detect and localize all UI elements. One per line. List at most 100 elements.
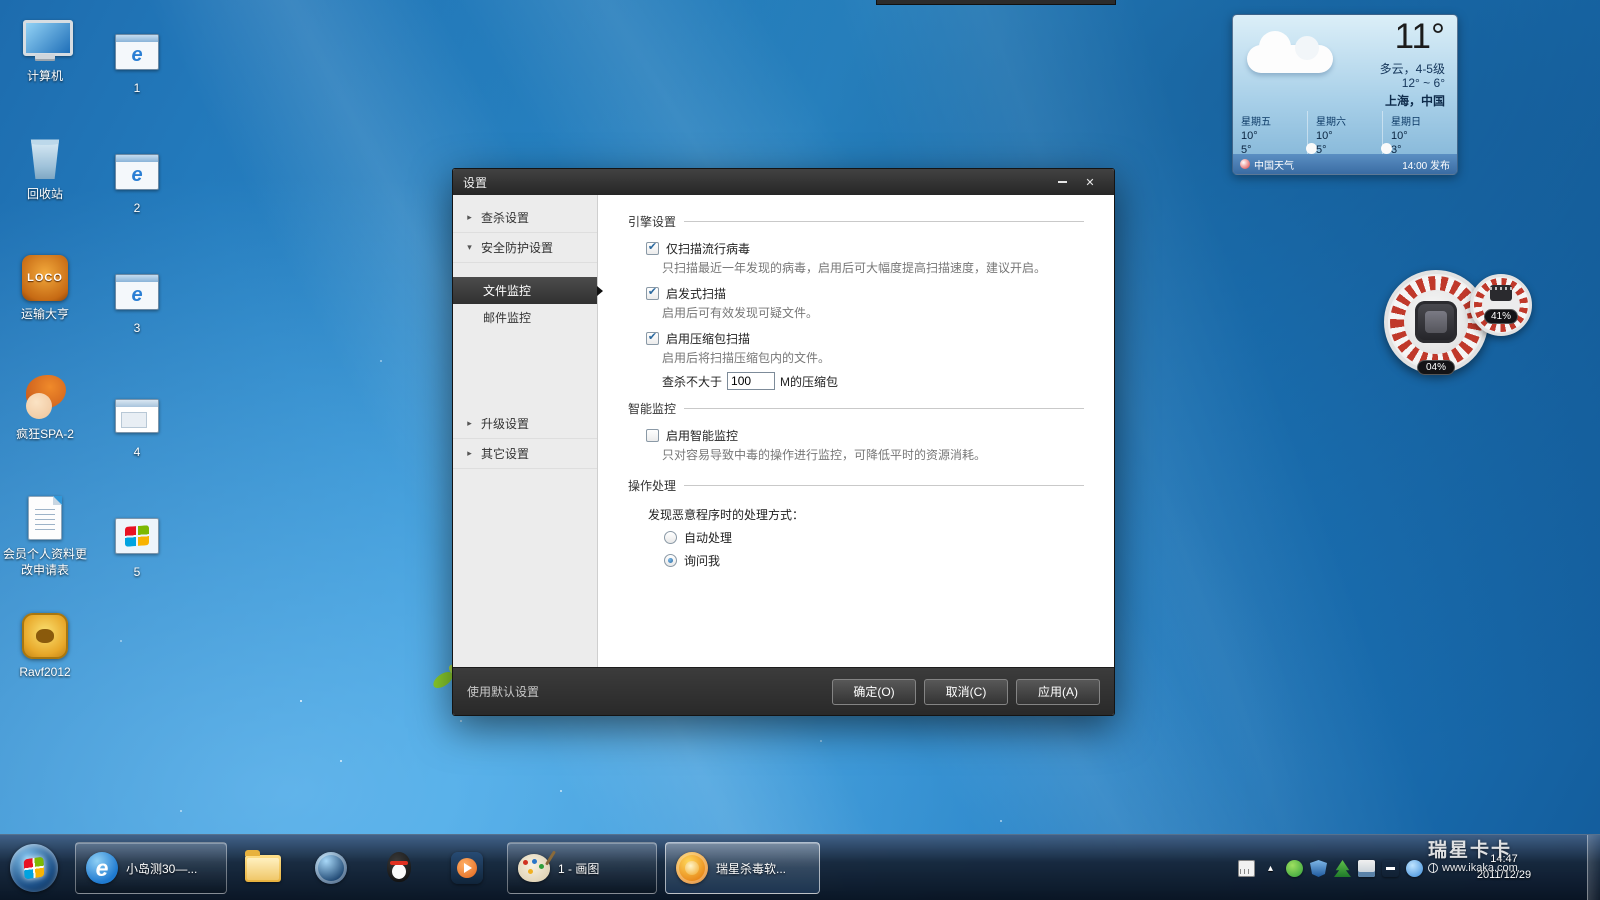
checkbox-archive-scan[interactable]: ✔ 启用压缩包扫描 [646,330,1084,347]
section-rule [684,221,1084,222]
desktop-icon-5[interactable]: 5 [94,510,180,581]
desktop-icon-label: 3 [94,321,180,337]
desktop-icon-loco-game[interactable]: LOCO 运输大亨 [2,252,88,323]
show-desktop-button[interactable] [1587,835,1600,900]
chevron-right-icon: ▸ [465,448,474,459]
weather-forecast: 星期五 10° 5° 星期六 10° 5° 星期日 10° 3° [1233,111,1457,156]
weather-source-logo [1240,159,1250,169]
dialog-footer: 使用默认设置 确定(O) 取消(C) 应用(A) [453,667,1114,715]
taskbar-button-label: 小岛测30—... [126,860,197,877]
minimize-button[interactable] [1048,174,1076,191]
checkbox-popular-virus[interactable]: ✔ 仅扫描流行病毒 [646,240,1084,257]
desktop-icon-2[interactable]: e 2 [94,146,180,217]
taskbar-button-label: 瑞星杀毒软... [716,860,786,877]
sidebar-item-security-settings[interactable]: ▾ 安全防护设置 [453,233,597,263]
clock[interactable]: 14:47 2011/12/29 [1462,851,1546,883]
sidebar-item-label: 邮件监控 [483,309,531,326]
performance-gauge[interactable]: 04% [1384,270,1488,374]
forecast-sunday[interactable]: 星期日 10° 3° [1382,111,1457,156]
ie-window-icon: e [115,34,159,70]
desktop-icon-recycle-bin[interactable]: 回收站 [2,132,88,203]
settings-content: 引擎设置 ✔ 仅扫描流行病毒 只扫描最近一年发现的病毒，启用后可大幅度提高扫描速… [598,195,1114,667]
close-button[interactable]: ✕ [1076,174,1104,191]
taskbar-button-ie[interactable]: e 小岛测30—... [75,842,227,894]
dialog-titlebar[interactable]: 设置 ✕ [453,169,1114,195]
sidebar-item-other-settings[interactable]: ▸ 其它设置 [453,439,597,469]
secondary-gauge[interactable]: 41% [1470,274,1532,336]
archive-size-input[interactable] [727,372,775,390]
ok-button[interactable]: 确定(O) [832,679,916,705]
checkbox-checked-icon[interactable]: ✔ [646,332,659,345]
desktop-icon-4[interactable]: 4 [94,390,180,461]
settings-dialog: 设置 ✕ ▸ 查杀设置 ▾ 安全防护设置 文件监控 邮件监控 [452,168,1115,716]
desktop-icon-label: 2 [94,201,180,217]
section-rule [684,408,1084,409]
radio-auto-handle[interactable]: 自动处理 [664,529,1084,546]
clock-date: 2011/12/29 [1462,867,1546,883]
sidebar-item-label: 查杀设置 [481,209,529,226]
sidebar-item-scan-settings[interactable]: ▸ 查杀设置 [453,203,597,233]
desktop: 计算机 回收站 LOCO 运输大亨 疯狂SPA-2 会员个人资料更改申请表 Ra… [0,0,1600,900]
checkbox-label: 启用压缩包扫描 [666,330,750,347]
ie-window-icon: e [115,274,159,310]
sidebar-item-file-monitor[interactable]: 文件监控 [453,277,597,304]
checkbox-heuristic-scan[interactable]: ✔ 启发式扫描 [646,285,1084,302]
cancel-button[interactable]: 取消(C) [924,679,1008,705]
desktop-icon-label: 会员个人资料更改申请表 [2,547,88,578]
paint-palette-icon [518,854,550,882]
recycle-bin-icon [29,137,61,179]
checkbox-checked-icon[interactable]: ✔ [646,287,659,300]
doctor-icon[interactable] [1286,860,1303,877]
forecast-day-label: 星期日 [1391,113,1457,128]
network-icon[interactable] [1358,860,1375,877]
desktop-icon-label: 运输大亨 [2,307,88,323]
desktop-icon-computer[interactable]: 计算机 [2,14,88,85]
forecast-day-label: 星期五 [1241,113,1307,128]
taskbar-button-media-player[interactable] [439,842,495,894]
taskbar-button-paint[interactable]: 1 - 画图 [507,842,657,894]
checkbox-smart-monitor[interactable]: 启用智能监控 [646,427,1084,444]
taskbar-button-rising[interactable]: 瑞星杀毒软... [665,842,820,894]
autohide-toolbar[interactable] [876,0,1116,5]
desktop-icon-member-doc[interactable]: 会员个人资料更改申请表 [2,492,88,578]
option-description: 启用后将扫描压缩包内的文件。 [662,349,1084,366]
lion-badge-icon [22,613,68,659]
folder-icon [245,855,281,882]
taskbar-button-browser[interactable] [303,842,359,894]
desktop-icon-spa-game[interactable]: 疯狂SPA-2 [2,372,88,443]
start-button[interactable] [10,844,58,892]
alert-icon[interactable] [1382,860,1399,877]
messenger-icon[interactable] [1406,860,1423,877]
chevron-down-icon: ▾ [465,242,474,253]
desktop-icon-ravf2012[interactable]: Ravf2012 [2,610,88,681]
forecast-saturday[interactable]: 星期六 10° 5° [1307,111,1382,156]
section-title: 引擎设置 [628,213,676,230]
radio-ask-me[interactable]: 询问我 [664,552,1084,569]
sidebar-item-update-settings[interactable]: ▸ 升级设置 [453,409,597,439]
security-shield-icon[interactable] [1310,860,1327,877]
desktop-icon-1[interactable]: e 1 [94,26,180,97]
input-method-icon[interactable] [1238,860,1255,877]
desktop-icon-3[interactable]: e 3 [94,266,180,337]
gauge-value-badge: 04% [1417,360,1455,375]
forecast-day-label: 星期六 [1316,113,1382,128]
checkbox-unchecked-icon[interactable] [646,429,659,442]
radio-unselected-icon[interactable] [664,531,677,544]
windows-flag-icon [115,518,159,554]
sidebar-item-label: 安全防护设置 [481,239,553,256]
forecast-friday[interactable]: 星期五 10° 5° [1233,111,1307,156]
use-default-link[interactable]: 使用默认设置 [467,683,539,700]
desktop-icon-label: 疯狂SPA-2 [2,427,88,443]
tree-icon[interactable] [1334,860,1351,877]
apply-button[interactable]: 应用(A) [1016,679,1100,705]
taskbar-button-qq[interactable] [371,842,427,894]
taskbar-button-explorer[interactable] [235,842,291,894]
checkbox-label: 启发式扫描 [666,285,726,302]
sidebar-item-mail-monitor[interactable]: 邮件监控 [453,304,597,331]
weather-widget[interactable]: 11° 多云，4-5级 12° ~ 6° 上海，中国 星期五 10° 5° 星期… [1232,14,1458,175]
checkbox-checked-icon[interactable]: ✔ [646,242,659,255]
ie-letter: e [131,45,142,65]
radio-selected-icon[interactable] [664,554,677,567]
chevron-up-icon[interactable]: ▴ [1262,860,1279,877]
sidebar-item-label: 其它设置 [481,445,529,462]
